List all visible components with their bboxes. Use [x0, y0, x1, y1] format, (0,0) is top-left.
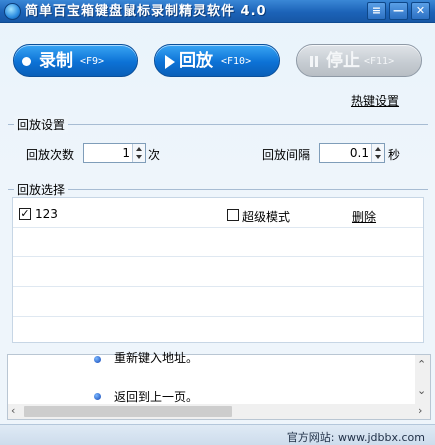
- stop-button-label: 停止: [326, 51, 360, 71]
- playback-interval-label: 回放间隔: [262, 148, 311, 162]
- playback-count-unit: 次: [148, 148, 161, 162]
- play-button[interactable]: 回放 <F10>: [154, 44, 280, 77]
- playback-interval-value: 0.1: [349, 146, 369, 160]
- app-logo-icon: [4, 3, 21, 20]
- playback-count-value: 1: [122, 146, 130, 160]
- status-bar: 官方网站: www.jdbbx.com: [0, 424, 435, 445]
- website-link[interactable]: 官方网站: www.jdbbx.com: [287, 429, 425, 445]
- scroll-left-icon[interactable]: ‹: [11, 405, 15, 416]
- recording-list: ✓ 123 超级模式 删除: [12, 197, 424, 343]
- playback-count-label: 回放次数: [26, 148, 75, 162]
- bullet-icon: [94, 356, 101, 363]
- horizontal-scrollbar[interactable]: ‹ ›: [8, 404, 430, 419]
- playback-selection-title: 回放选择: [14, 181, 69, 198]
- record-button-label: 录制: [39, 51, 73, 71]
- pause-icon: [310, 56, 313, 67]
- group-divider: [8, 189, 428, 190]
- stop-hotkey: <F11>: [364, 56, 395, 67]
- scroll-thumb[interactable]: [24, 406, 232, 417]
- window-title: 简单百宝箱键盘鼠标录制精灵软件 4.0: [25, 4, 267, 19]
- playback-interval-stepper[interactable]: 0.1: [319, 143, 385, 163]
- vertical-scrollbar[interactable]: ⌃ ⌄: [415, 355, 430, 405]
- spin-up-icon[interactable]: [136, 147, 142, 151]
- spin-down-icon[interactable]: [375, 155, 381, 159]
- bullet-icon: [94, 393, 101, 400]
- minimize-button[interactable]: —: [389, 2, 408, 20]
- scroll-up-icon[interactable]: ⌃: [417, 359, 426, 370]
- item-checkbox[interactable]: ✓: [19, 208, 31, 220]
- super-mode-label: 超级模式: [242, 210, 291, 224]
- spin-up-icon[interactable]: [375, 147, 381, 151]
- web-text-line: 重新键入地址。: [114, 351, 199, 365]
- hotkey-settings-link[interactable]: 热键设置: [351, 92, 399, 109]
- play-icon: [165, 55, 175, 69]
- web-content-pane[interactable]: 重新键入地址。 返回到上一页。 ⌃ ⌄ ‹ ›: [7, 351, 431, 420]
- playback-count-stepper[interactable]: 1: [83, 143, 146, 163]
- play-hotkey: <F10>: [221, 56, 252, 67]
- group-divider: [8, 124, 428, 125]
- super-mode-checkbox[interactable]: [227, 209, 239, 221]
- close-button[interactable]: ✕: [411, 2, 430, 20]
- record-hotkey: <F9>: [80, 56, 105, 67]
- scroll-down-icon[interactable]: ⌄: [417, 385, 426, 396]
- record-button[interactable]: 录制 <F9>: [13, 44, 138, 77]
- record-icon: [22, 57, 31, 66]
- playback-interval-unit: 秒: [388, 148, 401, 162]
- play-button-label: 回放: [179, 51, 213, 71]
- app-window: 简单百宝箱键盘鼠标录制精灵软件 4.0 ≡ — ✕ 录制 <F9> 回放 <F1…: [0, 0, 435, 445]
- spin-down-icon[interactable]: [136, 155, 142, 159]
- playback-settings-title: 回放设置: [14, 116, 69, 133]
- scroll-right-icon[interactable]: ›: [418, 405, 422, 416]
- menu-button[interactable]: ≡: [367, 2, 386, 20]
- stop-button[interactable]: 停止 <F11>: [296, 44, 422, 77]
- title-bar: 简单百宝箱键盘鼠标录制精灵软件 4.0 ≡ — ✕: [0, 0, 435, 23]
- delete-link[interactable]: 删除: [352, 208, 376, 225]
- web-text-line: 返回到上一页。: [114, 390, 199, 404]
- recording-name: 123: [35, 207, 58, 221]
